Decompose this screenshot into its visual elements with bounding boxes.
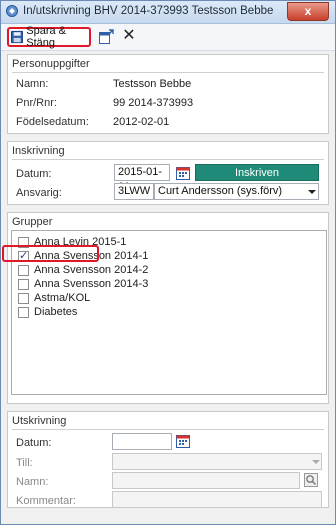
- pnr-label: Pnr/Rnr:: [16, 97, 57, 109]
- save-and-close-label: Spara & Stäng: [26, 25, 67, 49]
- grupper-title: Grupper: [12, 216, 53, 228]
- namn-label: Namn:: [16, 476, 49, 488]
- namn-input: [112, 472, 300, 489]
- inskriven-status-button[interactable]: Inskriven: [195, 164, 319, 181]
- divider: [12, 159, 324, 160]
- group-label: Astma/KOL: [34, 292, 91, 304]
- chevron-down-icon: [312, 460, 320, 464]
- ansvarig-label: Ansvarig:: [16, 187, 62, 199]
- ansvarig-select[interactable]: Curt Andersson (sys.förv): [154, 183, 319, 200]
- fodelsedatum-label: Födelsedatum:: [16, 116, 89, 128]
- list-item[interactable]: Astma/KOL: [18, 291, 90, 305]
- checkbox[interactable]: [18, 292, 29, 304]
- search-icon: [304, 473, 318, 487]
- namn-label: Namn:: [16, 78, 49, 90]
- till-label: Till:: [16, 457, 33, 469]
- chevron-down-icon[interactable]: [308, 190, 316, 194]
- checkbox[interactable]: [18, 278, 29, 290]
- calendar-icon[interactable]: [176, 434, 190, 448]
- divider: [12, 429, 324, 430]
- selection-highlight: [2, 245, 99, 262]
- toolbar: Spara & Stäng ✕: [1, 24, 335, 51]
- kommentar-label: Kommentar:: [16, 495, 76, 507]
- window-title: In/utskrivning BHV 2014-373993 Testsson …: [23, 5, 274, 17]
- list-item[interactable]: Diabetes: [18, 305, 77, 319]
- inskrivning-datum-input[interactable]: 2015-01-01: [114, 164, 170, 193]
- till-select: [112, 453, 322, 470]
- group-label: Anna Svensson 2014-3: [34, 278, 149, 290]
- group-label: Diabetes: [34, 306, 78, 318]
- window: In/utskrivning BHV 2014-373993 Testsson …: [0, 0, 336, 525]
- divider: [12, 72, 324, 73]
- pnr-value: 99 2014-373993: [113, 97, 194, 109]
- group-label: Anna Svensson 2014-2: [34, 264, 149, 276]
- fodelsedatum-value: 2012-02-01: [113, 116, 170, 128]
- namn-value: Testsson Bebbe: [113, 78, 192, 90]
- list-item[interactable]: Anna Svensson 2014-2: [18, 263, 148, 277]
- inskrivning-group: Inskrivning Datum: 2015-01-01 Inskriven …: [7, 141, 329, 205]
- utskrivning-datum-input[interactable]: [112, 433, 172, 450]
- calendar-icon[interactable]: [176, 166, 190, 180]
- utskrivning-datum-label: Datum:: [16, 437, 52, 449]
- list-item[interactable]: Anna Svensson 2014-3: [18, 277, 148, 291]
- save-and-close-button[interactable]: Spara & Stäng: [7, 25, 91, 49]
- personuppgifter-title: Personuppgifter: [12, 58, 90, 70]
- checkbox[interactable]: [18, 306, 29, 318]
- kommentar-input: [112, 491, 322, 508]
- title-bar: In/utskrivning BHV 2014-373993 Testsson …: [1, 1, 335, 24]
- utskrivning-title: Utskrivning: [12, 415, 67, 427]
- floppy-disk-icon: [11, 30, 24, 44]
- window-close-button[interactable]: x: [287, 2, 329, 21]
- checkbox[interactable]: [18, 264, 29, 276]
- inskrivning-datum-label: Datum:: [16, 168, 52, 180]
- inskrivning-title: Inskrivning: [12, 145, 65, 157]
- new-window-icon[interactable]: [98, 29, 114, 45]
- personuppgifter-group: Personuppgifter Namn: Testsson Bebbe Pnr…: [7, 54, 329, 134]
- close-icon[interactable]: ✕: [122, 28, 136, 44]
- app-icon: [6, 5, 18, 17]
- ansvarig-code-input[interactable]: 3LWW: [114, 183, 154, 200]
- ansvarig-selected-value: Curt Andersson (sys.förv): [158, 185, 283, 197]
- utskrivning-group: Utskrivning Datum: Till: Namn: Kommentar…: [7, 411, 329, 508]
